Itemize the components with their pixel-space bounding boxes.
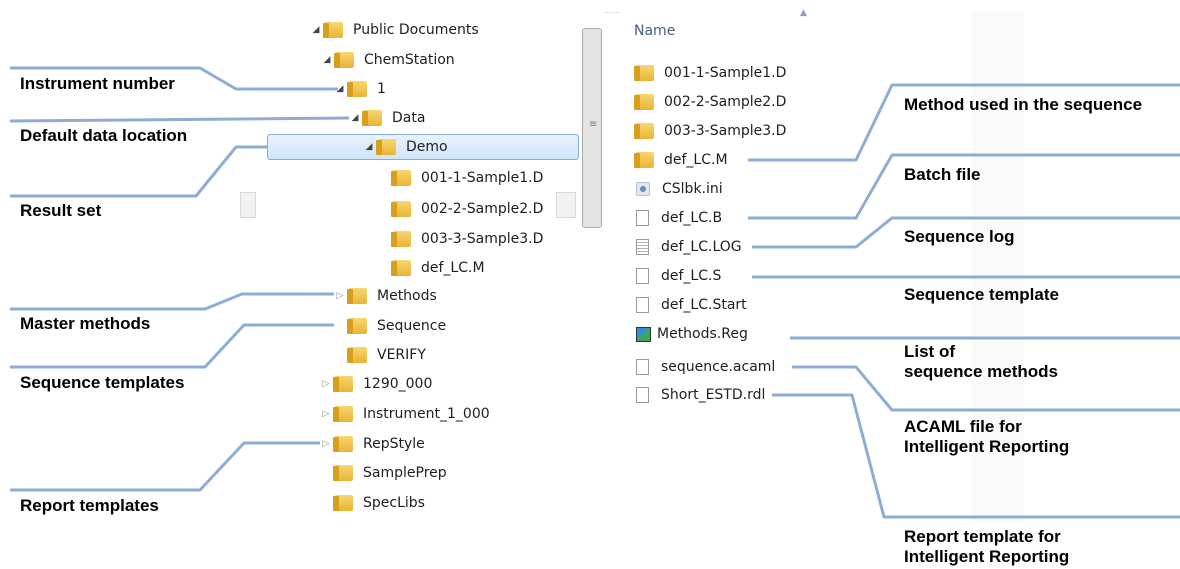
callout-label: Report templates [20, 496, 159, 515]
callout-label: Result set [20, 201, 102, 220]
callout-label: Sequence log [904, 227, 1015, 246]
callout-label: Batch file [904, 165, 981, 184]
callout-leader-line [10, 145, 267, 198]
callout-label: Method used in the sequence [904, 95, 1143, 114]
callout-label: List of sequence methods [904, 342, 1058, 381]
callout-label: Master methods [20, 314, 151, 333]
callout-label: ACAML file for Intelligent Reporting [904, 417, 1070, 456]
callout-leader-line [9, 116, 350, 123]
annotated-explorer-diagram: ≡ Name ▲ ◢ Public Documents ◢ ChemStation ◢ 1… [0, 0, 1180, 569]
callout-label: Sequence templates [20, 373, 185, 392]
callout-label: Instrument number [20, 74, 175, 93]
callout-label: Report template for Intelligent Reporting [904, 527, 1070, 566]
callout-label: Sequence template [904, 285, 1059, 304]
callout-leader-line [10, 441, 320, 492]
callout-leader-line [10, 292, 334, 311]
callout-label: Default data location [20, 126, 188, 145]
